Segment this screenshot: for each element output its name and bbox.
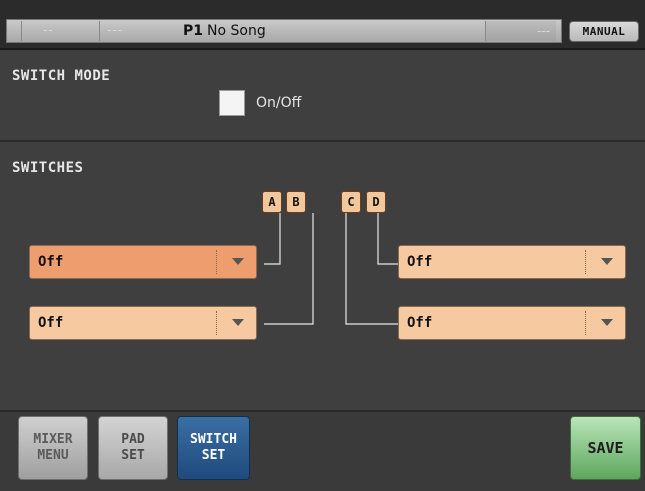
chevron-down-icon[interactable] [232, 319, 244, 326]
switch-b-value: Off [38, 315, 64, 331]
switch-set-label-1: SWITCH [190, 432, 237, 447]
connector-a [264, 213, 281, 265]
switch-c-dropdown[interactable]: Off [398, 306, 626, 340]
dropdown-separator [585, 250, 587, 274]
mixer-menu-label-2: MENU [37, 448, 69, 463]
mixer-menu-label-1: MIXER [33, 432, 73, 447]
switch-a-value: Off [38, 254, 64, 270]
pad-set-label-1: PAD [121, 432, 145, 447]
pad-set-button[interactable]: PAD SET [98, 416, 168, 480]
screen: -- --- P1 No Song --- MANUAL SWITCH MODE… [0, 0, 645, 491]
switch-set-label-2: SET [201, 448, 226, 463]
dropdown-separator [216, 311, 218, 335]
bottom-bar [0, 410, 645, 491]
dropdown-separator [585, 311, 587, 335]
connector-d [377, 213, 398, 265]
switch-b-dropdown[interactable]: Off [29, 306, 257, 340]
save-button[interactable]: SAVE [570, 416, 641, 480]
switch-c-value: Off [407, 315, 433, 331]
chevron-down-icon[interactable] [601, 258, 613, 265]
save-label: SAVE [587, 439, 624, 457]
pad-set-label-2: SET [121, 448, 145, 463]
chevron-down-icon[interactable] [601, 319, 613, 326]
chevron-down-icon[interactable] [232, 258, 244, 265]
switch-d-value: Off [407, 254, 433, 270]
mixer-menu-button[interactable]: MIXER MENU [18, 416, 88, 480]
switch-d-dropdown[interactable]: Off [398, 245, 626, 279]
switch-a-dropdown[interactable]: Off [29, 245, 257, 279]
connector-b [264, 213, 314, 325]
switch-set-button[interactable]: SWITCH SET [177, 416, 250, 480]
dropdown-separator [216, 250, 218, 274]
connector-c [345, 213, 398, 325]
